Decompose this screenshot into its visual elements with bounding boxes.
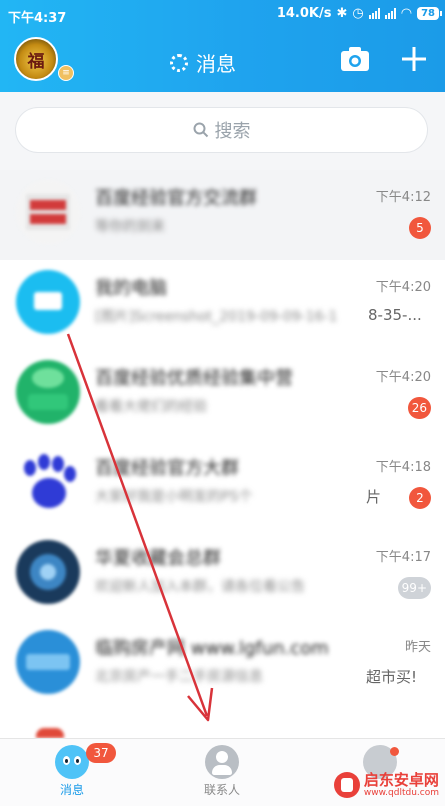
chat-name: 百度经验优质经验集中营 <box>95 368 293 389</box>
chat-preview: 等你的到来 <box>95 219 165 235</box>
chat-preview: 看看大佬们的经验 <box>95 399 207 415</box>
chat-preview: [图片]Screenshot_2019-09-09-16-1 <box>95 309 338 325</box>
search-icon <box>193 122 208 138</box>
chat-time: 下午4:20 <box>375 370 431 385</box>
avatar-character: 福 <box>27 51 45 72</box>
unread-badge: 99+ <box>397 577 431 599</box>
network-speed: 14.0K/s <box>276 6 332 21</box>
chat-time: 下午4:18 <box>375 460 431 475</box>
chat-preview: 欢迎新人加入本群，请各位看公告 <box>95 579 305 595</box>
chat-name: 临购房产网 www.lgfun.com <box>95 638 329 659</box>
chat-time: 昨天 <box>404 640 431 655</box>
group-avatar <box>16 630 80 694</box>
chat-item[interactable]: 百度经验官方大群 大家好我是小明发的PS个 片 下午4:18 2 <box>0 440 445 530</box>
unread-badge: 2 <box>409 487 431 509</box>
site-watermark: 启东安卓网 www.qdltdu.com <box>333 770 439 798</box>
chat-name: 百度经验官方大群 <box>95 458 239 479</box>
messages-tab-icon <box>55 745 89 779</box>
bottom-tab-bar: 消息 37 联系人 启东安卓网 www.qdltdu.com <box>0 738 445 806</box>
add-icon[interactable] <box>400 45 428 73</box>
profile-avatar[interactable]: 福 <box>14 37 58 81</box>
status-icons: 14.0K/s ✱ ◷ ◠ 78 <box>276 6 442 21</box>
chat-time: 下午4:20 <box>375 280 431 295</box>
status-time: 下午4:37 <box>8 11 67 26</box>
search-placeholder: 搜索 <box>214 121 251 142</box>
chat-name: 百度经验官方交流群 <box>95 188 257 209</box>
chat-item[interactable]: 我的电脑 [图片]Screenshot_2019-09-09-16-1 8-35… <box>0 260 445 350</box>
contacts-tab-icon <box>205 745 239 779</box>
chat-time: 下午4:17 <box>375 550 431 565</box>
chat-preview: 大家好我是小明发的PS个 <box>95 489 253 505</box>
group-avatar <box>16 540 80 604</box>
group-avatar <box>16 180 80 244</box>
bluetooth-icon: ✱ <box>336 6 348 21</box>
contacts-tab-label: 联系人 <box>203 783 240 797</box>
chat-preview-tail: 超市买! <box>366 668 418 686</box>
partial-avatar <box>36 728 64 738</box>
chat-item[interactable]: 临购房产网 www.lgfun.com 北京房产一手二手房源信息 超市买! 昨天 <box>0 620 445 710</box>
camera-icon[interactable] <box>340 46 370 72</box>
page-title: 消息 <box>196 52 236 76</box>
loading-spinner-icon <box>170 53 188 72</box>
chat-item[interactable]: 百度经验优质经验集中营 看看大佬们的经验 下午4:20 26 <box>0 350 445 440</box>
unread-badge: 26 <box>407 397 431 419</box>
tab-contacts[interactable]: 联系人 <box>172 745 272 798</box>
chat-name: 华夏收藏会总群 <box>95 548 221 569</box>
chat-name: 我的电脑 <box>95 278 167 299</box>
header-title-group: 消息 <box>170 48 236 77</box>
battery-icon: 78 <box>417 7 442 20</box>
chat-preview-tail: 8-35-... <box>368 306 422 324</box>
search-input[interactable]: 搜索 <box>16 108 427 152</box>
watermark-logo-icon <box>333 772 360 798</box>
wifi-icon: ◠ <box>400 6 413 21</box>
watermark-url: www.qdltdu.com <box>363 787 439 798</box>
chat-preview: 北京房产一手二手房源信息 <box>95 669 263 685</box>
unread-badge: 5 <box>409 217 431 239</box>
notification-dot <box>390 747 399 756</box>
app-header: 下午4:37 14.0K/s ✱ ◷ ◠ 78 福 ≡ 消息 <box>0 0 445 92</box>
messages-tab-label: 消息 <box>59 783 84 797</box>
signal-icon-2 <box>384 8 396 19</box>
messages-unread-badge: 37 <box>86 743 116 763</box>
chat-preview-tail: 片 <box>366 488 382 506</box>
chat-item[interactable]: 华夏收藏会总群 欢迎新人加入本群，请各位看公告 下午4:17 99+ <box>0 530 445 620</box>
chat-time: 下午4:12 <box>375 190 431 205</box>
group-avatar <box>16 360 80 424</box>
status-dot-icon: ≡ <box>58 65 74 81</box>
paw-avatar <box>16 450 80 514</box>
watermark-brand: 启东安卓网 <box>363 770 439 789</box>
computer-avatar <box>16 270 80 334</box>
signal-icon <box>368 8 380 19</box>
alarm-icon: ◷ <box>352 6 364 21</box>
chat-item[interactable]: 百度经验官方交流群 等你的到来 下午4:12 5 <box>0 170 445 260</box>
status-bar: 下午4:37 14.0K/s ✱ ◷ ◠ 78 <box>0 0 445 30</box>
